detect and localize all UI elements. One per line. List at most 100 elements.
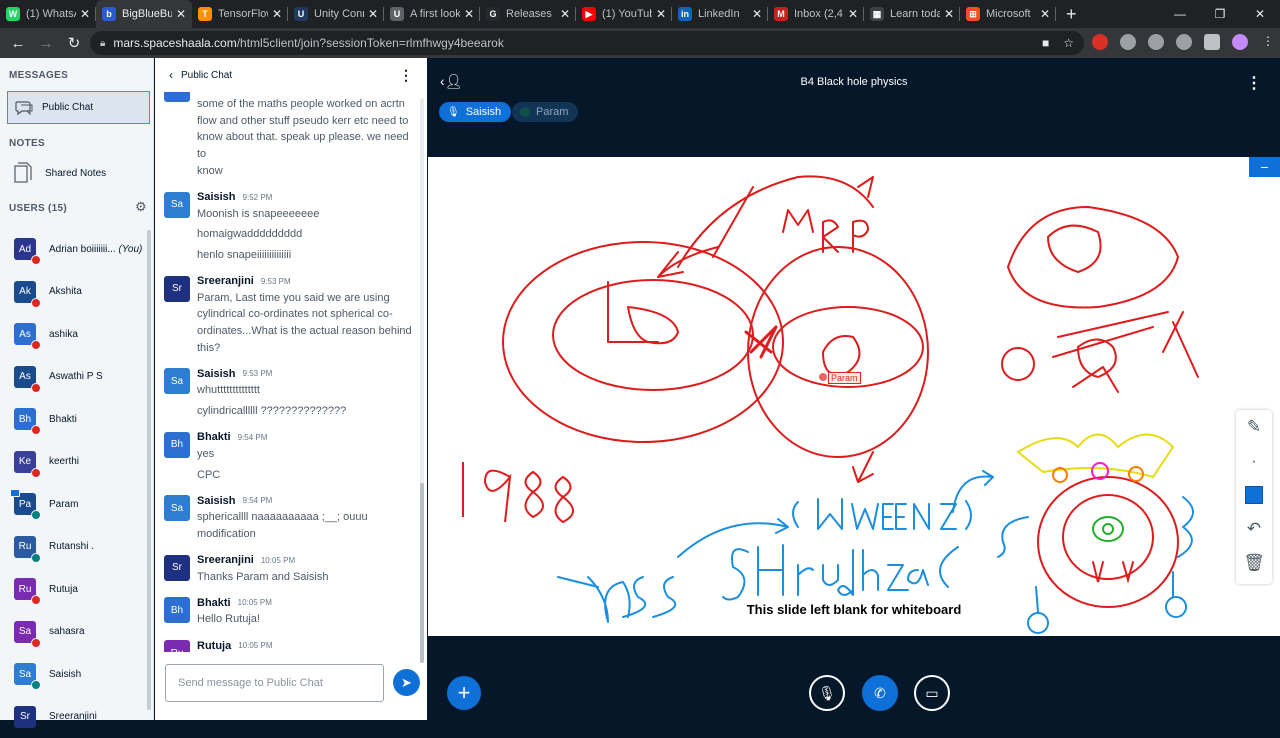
avatar-initials: As (19, 329, 31, 340)
user-list-item[interactable]: Asashika (0, 313, 148, 356)
chat-scrollbar-thumb[interactable] (420, 483, 424, 663)
browser-tab[interactable]: ⊞Microsoft✕ (960, 0, 1056, 28)
public-chat-item[interactable]: Public Chat (7, 91, 150, 124)
tab-title: Inbox (2,4 (794, 8, 844, 20)
close-tab-icon[interactable]: ✕ (1040, 7, 1050, 21)
color-tool-button[interactable] (1236, 478, 1272, 512)
profile-avatar[interactable] (1232, 34, 1248, 50)
browser-tab[interactable]: UUnity Connect✕ (288, 0, 384, 28)
message-text: homaigwaddddddddd (197, 226, 414, 243)
close-tab-icon[interactable]: ✕ (752, 7, 762, 21)
user-list-item[interactable]: Kekeerthi (0, 441, 148, 484)
undo-icon[interactable]: ↶ (1236, 512, 1272, 546)
browser-tab[interactable]: GReleases✕ (480, 0, 576, 28)
close-tab-icon[interactable]: ✕ (272, 7, 282, 21)
chevron-left-icon[interactable]: ‹ (169, 68, 173, 82)
microphone-icon (31, 680, 41, 690)
message-author-row: Sreeranjini9:53 PM (197, 273, 414, 290)
send-message-button[interactable]: ➤ (393, 669, 420, 696)
reload-icon[interactable]: ↻ (60, 34, 88, 52)
tab-favicon-icon: b (102, 7, 116, 21)
user-list-item[interactable]: SaSaisish (0, 653, 148, 696)
user-avatar: Sa (14, 621, 36, 643)
user-list-scrollbar[interactable] (147, 230, 151, 710)
message-author-row: Saisish9:52 PM (197, 189, 414, 206)
extension-icon[interactable] (1148, 34, 1164, 50)
tab-title: BigBlueButton (122, 8, 172, 20)
meeting-title: B4 Black hole physics (428, 76, 1280, 88)
user-list-item[interactable]: SrSreeranjini (0, 696, 148, 738)
message-author: Sreeranjini (197, 275, 254, 287)
minimize-presentation-button[interactable]: − (1249, 157, 1280, 177)
chat-scrollbar[interactable] (420, 98, 424, 663)
browser-tab[interactable]: ▦Learn today✕ (864, 0, 960, 28)
browser-tab[interactable]: MInbox (2,4✕ (768, 0, 864, 28)
talking-indicator-param[interactable]: Param (512, 102, 578, 122)
avatar-initials: Bh (19, 414, 31, 425)
meeting-options-icon[interactable]: ⋮ (1246, 73, 1262, 93)
browser-tab[interactable]: W(1) WhatsApp✕ (0, 0, 96, 28)
close-tab-icon[interactable]: ✕ (944, 7, 954, 21)
user-name-text: Bhakti (49, 414, 77, 425)
browser-tab[interactable]: inLinkedIn✕ (672, 0, 768, 28)
maximize-window-icon[interactable]: ❐ (1200, 7, 1240, 21)
mute-microphone-button[interactable]: 🎙︎ (809, 675, 845, 711)
new-tab-button[interactable]: + (1056, 0, 1087, 28)
browser-tab[interactable]: TTensorFlow✕ (192, 0, 288, 28)
browser-tab[interactable]: ▶(1) YouTube✕ (576, 0, 672, 28)
address-bar[interactable]: 🔒︎ mars.spaceshaala.com /html5client/joi… (90, 31, 1084, 55)
message-avatar: Sr (164, 555, 190, 581)
message-text: ordinates...What is the actual reason be… (197, 323, 414, 340)
whiteboard-slide[interactable]: Param This slide left blank for whiteboa… (428, 157, 1280, 636)
close-tab-icon[interactable]: ✕ (656, 7, 666, 21)
pencil-tool-icon[interactable]: ✎ (1236, 410, 1272, 444)
back-icon[interactable]: ← (4, 35, 32, 52)
close-window-icon[interactable]: ✕ (1240, 7, 1280, 21)
message-author-row: Sreeranjini10:05 PM (197, 552, 414, 569)
puzzle-icon[interactable] (1204, 34, 1220, 50)
avatar-initials: Sr (172, 283, 182, 294)
forward-icon[interactable]: → (32, 35, 60, 52)
close-tab-icon[interactable]: ✕ (176, 7, 186, 21)
user-list-item[interactable]: PaParam (0, 483, 148, 526)
browser-tab[interactable]: b BigBlueButton ✕ (96, 0, 192, 28)
message-author-row: Bhakti10:05 PM (197, 594, 414, 611)
close-tab-icon[interactable]: ✕ (848, 7, 858, 21)
close-tab-icon[interactable]: ✕ (80, 7, 90, 21)
user-list-item[interactable]: RuRutuja (0, 568, 148, 611)
chat-message: SaSaisish9:53 PMwhuttttttttttttttcylindr… (155, 365, 420, 419)
extensions-area: ⋮ (1092, 34, 1276, 50)
actions-plus-button[interactable]: + (447, 676, 481, 710)
share-webcam-button[interactable]: ▭ (914, 675, 950, 711)
user-list-item[interactable]: Sasahasra (0, 611, 148, 654)
drawing-green-eye (1093, 517, 1123, 541)
user-name: Adrian boiiiiiii... (You) (49, 244, 142, 255)
presentation-area: ‹👤︎ B4 Black hole physics ⋮ 🎙︎ Saisish P… (428, 58, 1280, 720)
browser-tab[interactable]: UA first look✕ (384, 0, 480, 28)
thickness-tool-icon[interactable]: · (1236, 444, 1272, 478)
trash-icon[interactable]: 🗑︎ (1236, 546, 1272, 580)
user-list-item[interactable]: AsAswathi P S (0, 356, 148, 399)
chat-options-icon[interactable]: ⋮ (399, 67, 413, 84)
chat-message-input[interactable]: Send message to Public Chat (165, 664, 384, 702)
user-list-item[interactable]: RuRutanshi . (0, 526, 148, 569)
message-avatar (164, 92, 190, 102)
user-list-item[interactable]: Bh Bhakti (0, 398, 148, 441)
gear-icon[interactable]: ⚙ (135, 199, 147, 215)
user-list-item[interactable]: AdAdrian boiiiiiii... (You) (0, 228, 148, 271)
user-list-item[interactable]: AkAkshita (0, 271, 148, 314)
close-tab-icon[interactable]: ✕ (560, 7, 570, 21)
extension-icon[interactable] (1092, 34, 1108, 50)
audio-phone-button[interactable]: ✆ (862, 675, 898, 711)
extension-icon[interactable] (1120, 34, 1136, 50)
minimize-window-icon[interactable]: — (1160, 7, 1200, 21)
bookmark-star-icon[interactable]: ☆ (1063, 36, 1074, 50)
user-name: keerthi (49, 456, 79, 467)
extension-icon[interactable] (1176, 34, 1192, 50)
shared-notes-item[interactable]: Shared Notes (14, 162, 106, 184)
close-tab-icon[interactable]: ✕ (368, 7, 378, 21)
browser-menu-icon[interactable]: ⋮ (1260, 34, 1276, 50)
talking-indicator-saisish[interactable]: 🎙︎ Saisish (439, 102, 511, 122)
camera-site-icon[interactable]: ■ (1042, 36, 1049, 50)
close-tab-icon[interactable]: ✕ (464, 7, 474, 21)
